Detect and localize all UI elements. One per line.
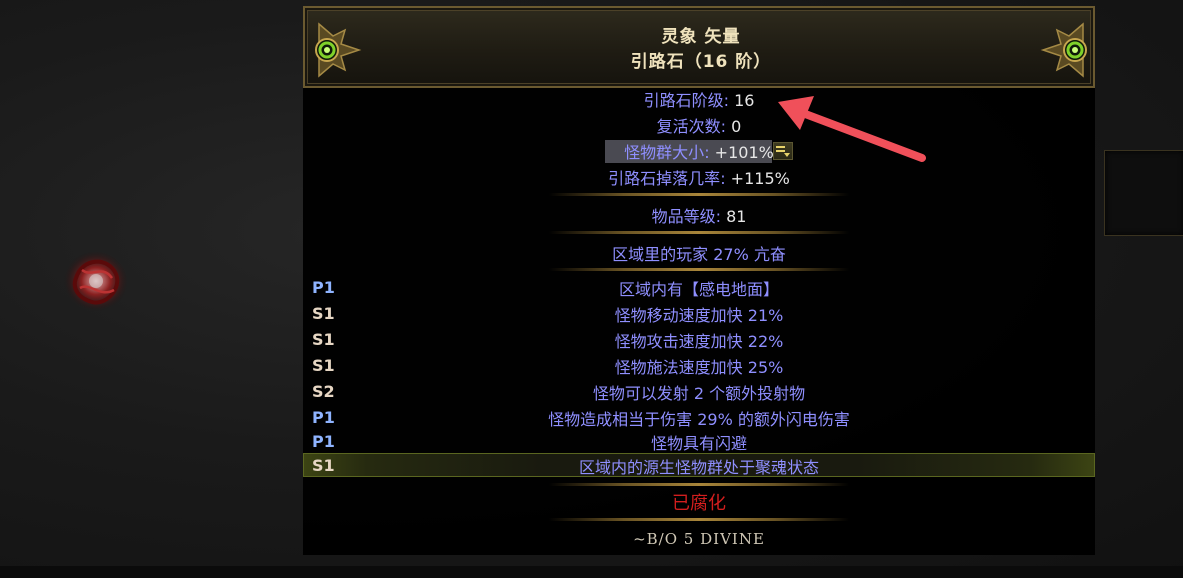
red-arrow-annotation [778,96,926,162]
